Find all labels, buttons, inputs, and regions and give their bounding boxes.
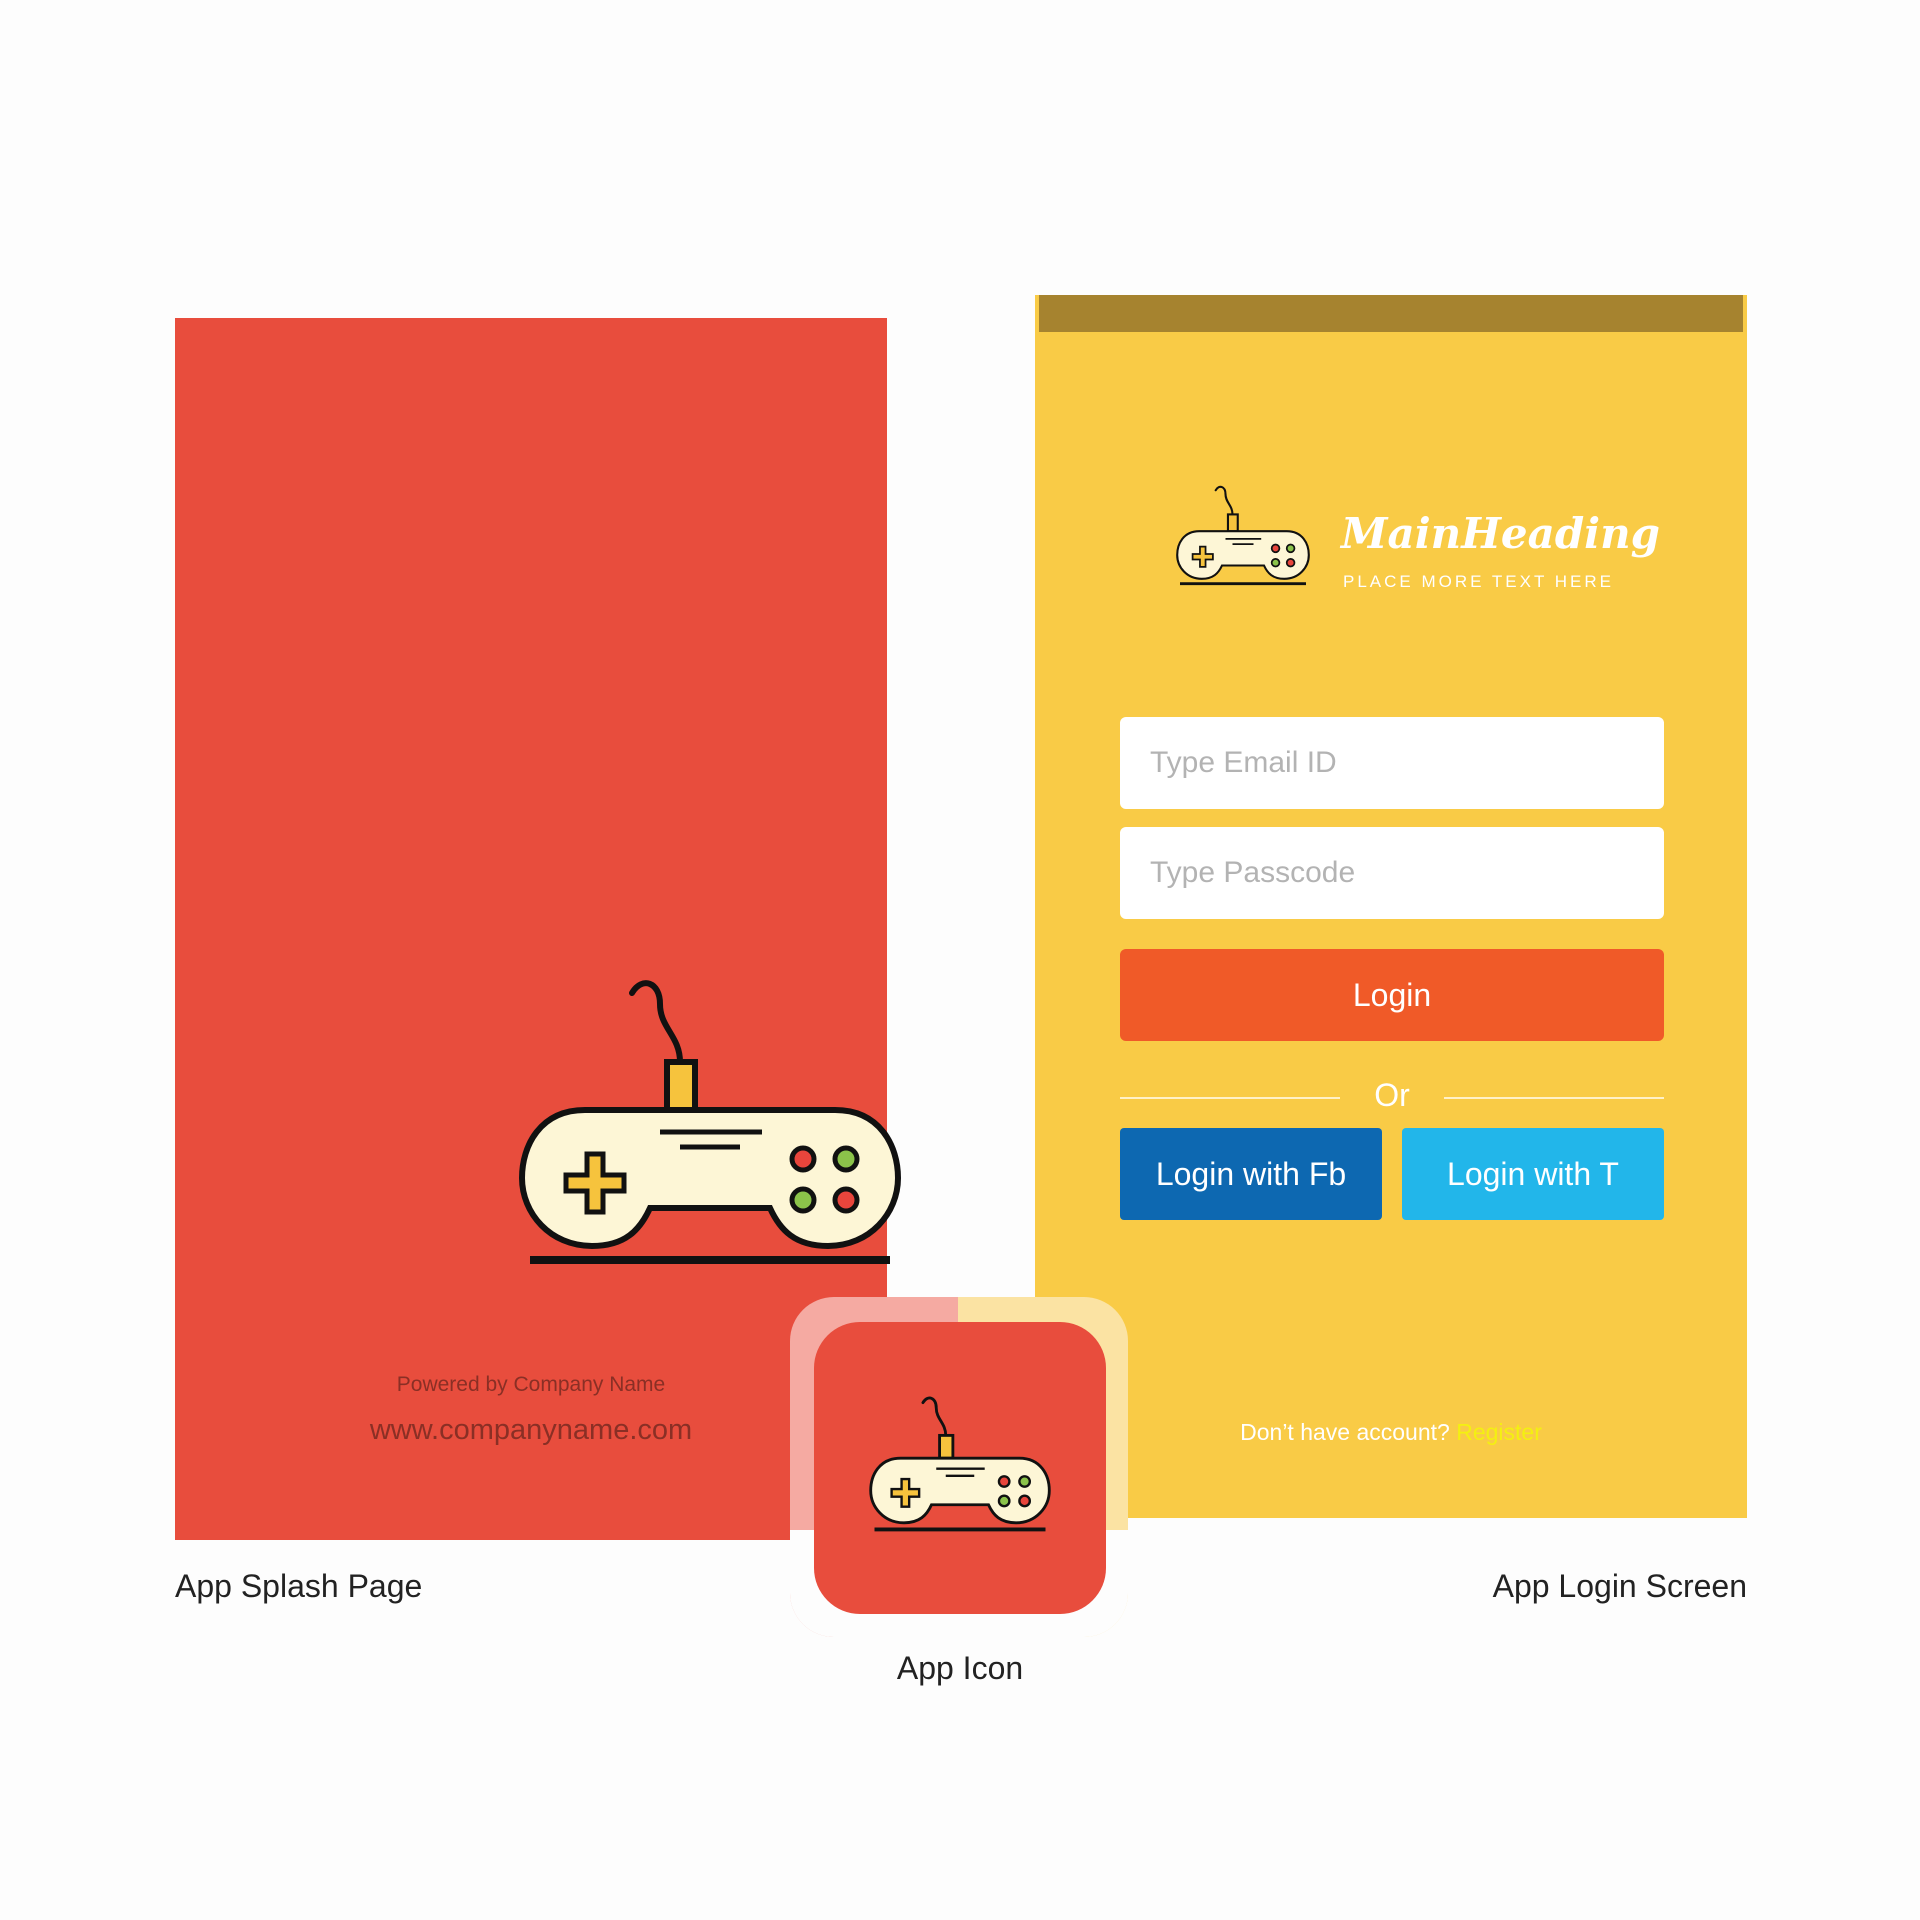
app-icon[interactable] [814,1322,1106,1614]
gamepad-icon [868,1396,1052,1532]
passcode-field[interactable] [1120,827,1664,919]
divider-or-text: Or [1374,1077,1410,1113]
login-with-twitter-button[interactable]: Login with T [1402,1128,1664,1220]
main-heading: MainHeading [1341,509,1661,558]
tagline: PLACE MORE TEXT HERE [1343,572,1614,591]
login-with-facebook-button[interactable]: Login with Fb [1120,1128,1382,1220]
status-bar [1039,295,1743,332]
powered-by-text: Powered by Company Name [396,1373,666,1396]
login-screen: MainHeading PLACE MORE TEXT HERE Login O… [1035,295,1747,1518]
splash-screen: Powered by Company Name www.companyname.… [175,318,887,1540]
website-link[interactable]: www.companyname.com [175,1414,887,1447]
gamepad-logo-icon [1175,485,1311,586]
login-button[interactable]: Login [1120,949,1664,1041]
login-caption: App Login Screen [1492,1568,1747,1604]
app-icon-caption: App Icon [896,1650,1024,1686]
no-account-text: Don’t have account? [1240,1419,1450,1445]
email-field[interactable] [1120,717,1664,809]
register-prompt: Don’t have account? Register [1035,1419,1747,1446]
splash-caption: App Splash Page [175,1568,423,1604]
divider-line-right [1444,1097,1664,1099]
gamepad-icon [510,948,910,1288]
divider-line-left [1120,1097,1340,1099]
register-link[interactable]: Register [1456,1419,1542,1445]
